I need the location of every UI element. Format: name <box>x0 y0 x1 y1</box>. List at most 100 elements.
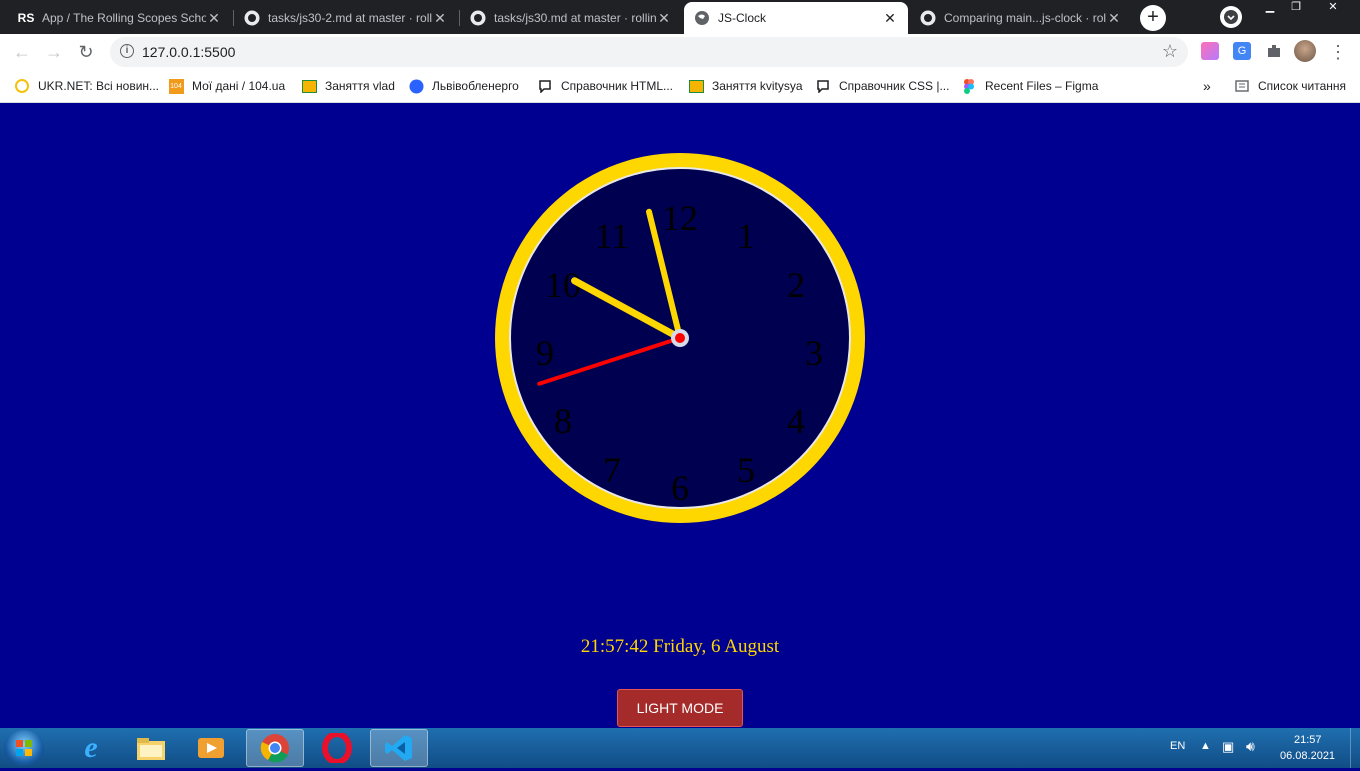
close-icon[interactable]: ✕ <box>882 10 898 26</box>
address-bar[interactable]: i 127.0.0.1:5500 ☆ <box>110 37 1188 67</box>
bookmark-label: UKR.NET: Всі новин... <box>38 79 160 93</box>
show-desktop-button[interactable] <box>1350 728 1360 768</box>
volume-icon[interactable]: 🔊︎ <box>1246 738 1255 755</box>
taskbar-chrome[interactable] <box>246 729 304 767</box>
taskbar-ie[interactable]: e <box>62 729 120 767</box>
taskbar-opera[interactable] <box>308 729 366 767</box>
tab-rolling-scopes[interactable]: RS App / The Rolling Scopes School ✕ <box>8 2 232 34</box>
github-icon <box>920 10 936 26</box>
figma-icon <box>961 78 977 94</box>
clock-hands <box>537 208 689 386</box>
bookmark-page-icon <box>537 78 553 94</box>
forward-button[interactable]: → <box>42 40 66 64</box>
tab-js30-2[interactable]: tasks/js30-2.md at master · rolling-scop… <box>234 2 458 34</box>
bookmark-css-reference[interactable]: Справочник CSS |... <box>815 77 949 95</box>
minimize-button[interactable]: ▁ <box>1258 0 1282 16</box>
taskbar-vscode[interactable] <box>370 729 428 767</box>
translate-icon[interactable]: G <box>1233 42 1251 60</box>
rs-logo-icon: RS <box>17 11 35 25</box>
url-text: 127.0.0.1:5500 <box>142 44 236 60</box>
reading-list-button[interactable]: Список читання <box>1234 77 1346 95</box>
vscode-icon <box>385 735 412 761</box>
bookmark-label: Львівобленерго <box>432 79 519 93</box>
site-info-icon[interactable]: i <box>120 44 134 58</box>
analog-clock: 12 1 2 3 4 5 6 7 8 9 10 11 <box>495 153 865 523</box>
reading-list-label: Список читання <box>1258 79 1347 93</box>
bookmark-label: Справочник HTML... <box>561 79 673 93</box>
bookmark-classroom-kvitysya[interactable]: Заняття kvitysya <box>688 77 803 95</box>
language-indicator[interactable]: EN <box>1170 740 1185 752</box>
tray-expand-icon[interactable]: ▲ <box>1200 740 1211 752</box>
reading-list-icon <box>1234 78 1250 94</box>
taskbar-clock-date[interactable]: 06.08.2021 <box>1280 750 1335 762</box>
bookmark-lvivoblenergo[interactable]: Львівобленерго <box>408 77 519 95</box>
tab-search-button[interactable] <box>1220 6 1242 28</box>
bookmark-classroom-vlad[interactable]: Заняття vlad <box>301 77 395 95</box>
taskbar-media-player[interactable] <box>182 729 240 767</box>
maximize-button[interactable]: ❐ <box>1284 0 1308 16</box>
bookmark-ukrnet[interactable]: UKR.NET: Всі новин... <box>14 77 159 95</box>
bookmark-label: Заняття kvitysya <box>712 79 803 93</box>
tab-js30[interactable]: tasks/js30.md at master · rolling-scopes… <box>460 2 682 34</box>
tab-js-clock[interactable]: JS-Clock ✕ <box>684 2 908 34</box>
opera-icon <box>322 733 352 763</box>
clock-dial: 12 1 2 3 4 5 6 7 8 9 10 11 <box>509 167 851 509</box>
hour-hand <box>571 277 684 342</box>
new-tab-button[interactable]: + <box>1140 5 1166 31</box>
profile-avatar[interactable] <box>1294 40 1316 62</box>
bookmark-star-icon[interactable]: ☆ <box>1162 41 1178 62</box>
window-close-button[interactable]: ✕ <box>1318 0 1348 16</box>
start-button[interactable] <box>4 730 44 766</box>
bookmark-page-icon <box>815 78 831 94</box>
github-icon <box>244 10 260 26</box>
second-hand <box>537 336 682 386</box>
classroom-icon <box>301 78 317 94</box>
energy-icon <box>408 78 424 94</box>
globe-icon <box>694 10 710 26</box>
close-icon[interactable]: ✕ <box>656 10 672 26</box>
taskbar: e EN ▲ ▣ 🔊︎ 21:57 06.08.2021 <box>0 728 1360 768</box>
ie-icon: e <box>84 731 98 764</box>
tab-title: Comparing main...js-clock · rolling <box>944 11 1106 25</box>
extension-icon[interactable] <box>1201 42 1219 60</box>
104ua-icon: 104 <box>168 78 184 94</box>
chrome-icon <box>260 734 289 763</box>
classroom-icon <box>688 78 704 94</box>
bookmark-figma[interactable]: Recent Files – Figma <box>961 77 1098 95</box>
network-icon[interactable]: ▣ <box>1222 739 1234 755</box>
bookmark-label: Recent Files – Figma <box>985 79 1099 93</box>
bookmark-label: Заняття vlad <box>325 79 395 93</box>
reload-button[interactable]: ↻ <box>74 40 98 64</box>
github-icon <box>470 10 486 26</box>
digital-time-display: 21:57:42 Friday, 6 August <box>580 636 780 657</box>
minute-hand <box>645 208 683 341</box>
bookmark-label: Мої дані / 104.ua <box>192 79 286 93</box>
close-icon[interactable]: ✕ <box>432 10 448 26</box>
back-button[interactable]: ← <box>10 40 34 64</box>
bookmark-104ua[interactable]: 104 Мої дані / 104.ua <box>168 77 285 95</box>
clock-center-dot <box>675 333 685 343</box>
bookmarks-overflow-button[interactable]: » <box>1203 77 1211 95</box>
browser-toolbar: ← → ↻ i 127.0.0.1:5500 ☆ G ⋮ <box>0 34 1360 70</box>
tab-title: tasks/js30.md at master · rolling-scopes… <box>494 11 656 25</box>
close-icon[interactable]: ✕ <box>1106 10 1122 26</box>
bookmark-label: Справочник CSS |... <box>839 79 950 93</box>
light-mode-button[interactable]: LIGHT MODE <box>617 689 743 727</box>
taskbar-explorer[interactable] <box>122 729 180 767</box>
tab-comparing[interactable]: Comparing main...js-clock · rolling ✕ <box>910 2 1132 34</box>
ukrnet-icon <box>14 78 30 94</box>
close-icon[interactable]: ✕ <box>206 10 222 26</box>
media-player-icon <box>198 738 224 758</box>
menu-icon[interactable]: ⋮ <box>1326 40 1350 64</box>
tab-strip: RS App / The Rolling Scopes School ✕ tas… <box>0 0 1360 34</box>
explorer-icon <box>137 738 165 760</box>
extensions-puzzle-icon[interactable] <box>1265 42 1283 60</box>
bookmarks-bar: UKR.NET: Всі новин... 104 Мої дані / 104… <box>0 70 1360 103</box>
windows-logo-icon <box>16 740 32 756</box>
tab-title: tasks/js30-2.md at master · rolling-scop… <box>268 11 432 25</box>
bookmark-html-reference[interactable]: Справочник HTML... <box>537 77 673 95</box>
chevron-down-icon <box>1224 10 1238 24</box>
taskbar-clock-time[interactable]: 21:57 <box>1294 734 1322 746</box>
tab-title: JS-Clock <box>718 11 767 25</box>
tab-title: App / The Rolling Scopes School <box>42 11 206 25</box>
